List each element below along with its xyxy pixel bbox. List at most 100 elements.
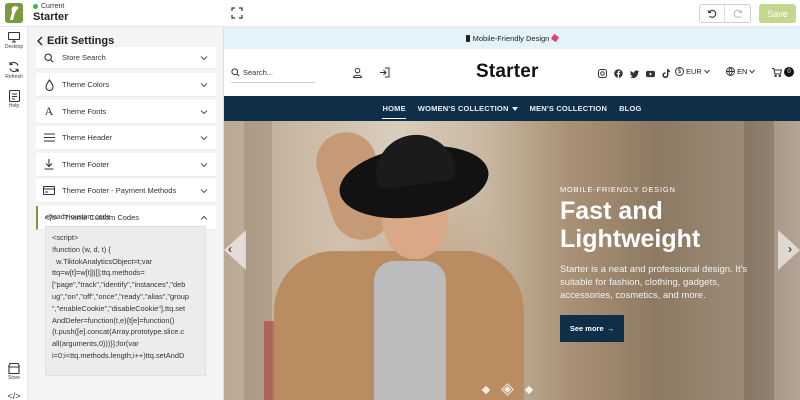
login-icon[interactable] (379, 67, 390, 78)
setting-theme-footer[interactable]: Theme Footer (36, 153, 216, 177)
nav-label: HOME (382, 104, 406, 113)
status-dot (33, 4, 38, 9)
setting-theme-fonts[interactable]: A Theme Fonts (36, 100, 216, 124)
tiktok-icon[interactable] (661, 69, 670, 78)
caret-down-icon (511, 106, 518, 111)
history-controls (699, 4, 751, 23)
redo-button[interactable] (725, 5, 750, 22)
see-more-label: See more (569, 324, 604, 333)
chevron-right-icon: › (788, 242, 792, 256)
cart-button[interactable]: 0 (772, 67, 794, 77)
setting-theme-colors[interactable]: Theme Colors (36, 73, 216, 97)
panel-title: Edit Settings (47, 35, 115, 47)
instagram-icon[interactable] (598, 69, 607, 78)
back-chevron-icon[interactable] (36, 36, 44, 46)
search-underline (231, 82, 315, 83)
setting-store-search[interactable]: Store Search (36, 47, 216, 69)
rail-item-refresh[interactable]: Refresh (0, 61, 28, 80)
chevron-down-icon (200, 162, 208, 167)
hero-title: Fast and Lightweight (560, 197, 701, 253)
store-icon (8, 363, 20, 374)
desktop-icon (8, 32, 20, 43)
main-nav: HOME WOMEN'S COLLECTION MEN'S COLLECTION… (224, 96, 800, 121)
store-preview: Mobile-Friendly Design Search... Starter (224, 27, 800, 400)
rail-label: Help (8, 103, 20, 109)
rail-item-code[interactable]: </> (0, 391, 28, 400)
chevron-down-icon (200, 109, 208, 114)
nav-label: MEN'S COLLECTION (529, 104, 608, 113)
arrow-right-icon: → (606, 324, 615, 333)
help-icon (8, 90, 20, 102)
hero-slider: MOBILE-FRIENDLY DESIGN Fast and Lightwei… (224, 121, 800, 400)
chevron-down-icon (200, 135, 208, 140)
setting-theme-header[interactable]: Theme Header (36, 126, 216, 150)
app-logo-icon (5, 3, 23, 23)
store-search-input[interactable]: Search... (243, 68, 273, 77)
nav-item-mens[interactable]: MEN'S COLLECTION (530, 96, 607, 121)
user-icon[interactable] (352, 67, 363, 78)
download-icon (42, 158, 56, 172)
chevron-down-icon (200, 82, 208, 87)
see-more-button[interactable]: See more → (560, 315, 624, 342)
nav-item-home[interactable]: HOME (382, 96, 407, 121)
head-code-textarea[interactable]: <script> !function (w, d, t) { w.TiktokA… (45, 226, 206, 376)
slider-dot[interactable] (524, 385, 534, 394)
menu-icon (42, 131, 56, 145)
rail-label: Refresh (5, 74, 23, 80)
rail-label: Store (8, 375, 20, 381)
search-icon[interactable] (231, 68, 240, 77)
top-bar: Current Starter Save (0, 0, 800, 27)
setting-label: Store Search (62, 53, 106, 62)
chevron-up-icon (200, 215, 208, 220)
store-header: Search... Starter $ EUR EN 0 (224, 49, 800, 96)
announcement-bar: Mobile-Friendly Design (224, 27, 800, 49)
slider-dots (481, 383, 534, 396)
setting-label: Theme Colors (62, 80, 110, 89)
cart-icon (772, 67, 782, 77)
chevron-left-icon: ‹ (228, 242, 232, 256)
refresh-icon (9, 61, 19, 73)
facebook-icon[interactable] (614, 69, 623, 78)
rail-item-help[interactable]: Help (0, 90, 28, 109)
slider-dot-active[interactable] (501, 383, 514, 396)
rail-item-desktop[interactable]: Desktop (0, 32, 28, 50)
setting-label: Theme Header (62, 133, 113, 142)
left-rail: Desktop Refresh Help Store </> (0, 27, 28, 400)
language-selector[interactable]: EN (726, 67, 756, 76)
chevron-down-icon (703, 69, 710, 74)
chevron-down-icon (749, 69, 756, 74)
nav-item-womens[interactable]: WOMEN'S COLLECTION (418, 96, 518, 121)
search-icon (42, 51, 56, 65)
fullscreen-icon[interactable] (231, 7, 243, 19)
phone-icon (465, 34, 470, 42)
redo-icon (733, 9, 743, 18)
announcement-text: Mobile-Friendly Design (472, 33, 550, 43)
save-button[interactable]: Save (759, 4, 796, 23)
rail-item-store[interactable]: Store (0, 363, 28, 381)
setting-label: Theme Footer (62, 160, 110, 169)
hero-description: Starter is a neat and professional desig… (560, 264, 748, 301)
undo-icon (707, 9, 717, 18)
nav-item-blog[interactable]: BLOG (619, 96, 641, 121)
globe-icon (726, 67, 735, 76)
slider-dot[interactable] (481, 385, 491, 394)
lipstick-icon (551, 33, 560, 43)
hero-eyebrow: MOBILE-FRIENDLY DESIGN (560, 185, 676, 194)
head-code-label: <head> custom code (45, 214, 111, 221)
twitter-icon[interactable] (630, 69, 639, 78)
code-icon: </> (7, 391, 21, 400)
youtube-icon[interactable] (646, 69, 655, 78)
store-brand[interactable]: Starter (476, 61, 539, 83)
store-status: Current (33, 3, 64, 10)
chevron-down-icon (200, 55, 208, 60)
currency-label: EUR (686, 67, 702, 76)
droplet-icon (42, 78, 56, 92)
setting-label: Theme Fonts (62, 107, 107, 116)
nav-label: BLOG (619, 104, 642, 113)
hero-content: MOBILE-FRIENDLY DESIGN Fast and Lightwei… (560, 121, 790, 400)
setting-theme-footer-payment[interactable]: Theme Footer - Payment Methods (36, 179, 216, 203)
undo-button[interactable] (700, 5, 725, 22)
hero-model-shirt (374, 261, 446, 400)
currency-selector[interactable]: $ EUR (675, 67, 710, 76)
theme-editor: Current Starter Save Desktop Refresh Hel… (0, 0, 800, 400)
